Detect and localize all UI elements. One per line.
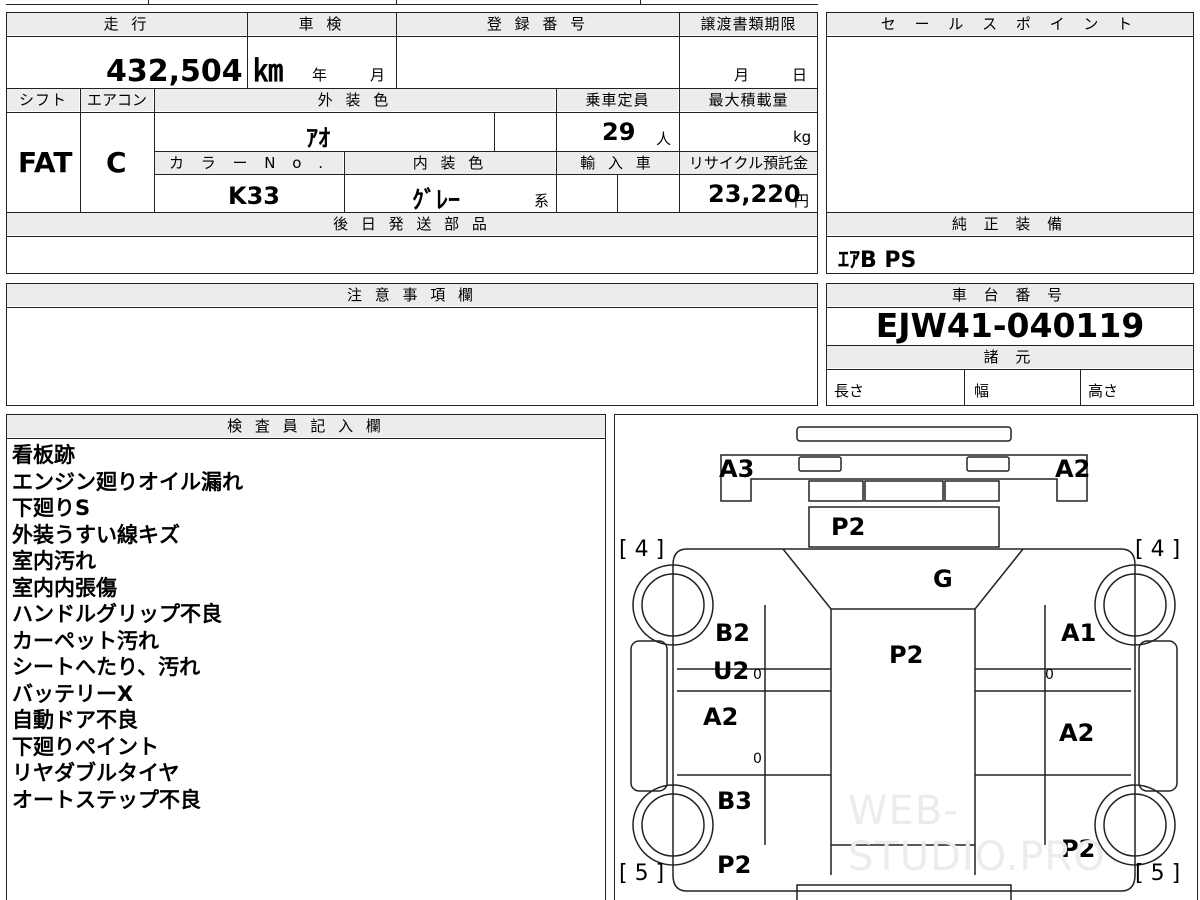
note-item: 下廻りペイント [12, 734, 159, 759]
genuine-equipment-label: 純 正 装 備 [827, 213, 1193, 235]
interior-color-label: 内 装 色 [345, 152, 555, 174]
inspection-month: 月 [370, 66, 386, 84]
capacity-value: 29 [602, 118, 636, 146]
dmg-front-left: A3 [719, 455, 755, 483]
row-line [6, 236, 818, 237]
recycle-value: 23,220 [708, 180, 801, 208]
exterior-color-value: ｱｵ [306, 124, 330, 152]
note-item: オートステップ不良 [12, 787, 201, 812]
dmg-left-bottom: P2 [717, 851, 752, 879]
dmg-windshield: G [933, 565, 953, 593]
note-item: 下廻りS [12, 496, 91, 520]
exterior-color-label: 外 装 色 [155, 89, 555, 111]
capacity-label: 乗車定員 [557, 89, 678, 111]
top-strip-divider [148, 0, 149, 4]
col-line [344, 151, 345, 213]
top-strip-divider [396, 0, 397, 4]
note-item: シートへたり、汚れ [12, 655, 201, 679]
row-line [826, 236, 1194, 237]
tire-front-left: [ 4 ] [619, 537, 665, 562]
caution-label: 注 意 事 項 欄 [7, 284, 817, 306]
note-item: 自動ドア不良 [12, 708, 138, 732]
note-item: 看板跡 [12, 443, 75, 467]
chassis-number: EJW41-040119 [875, 306, 1145, 345]
row-line [6, 112, 818, 113]
row-line [6, 438, 606, 439]
top-strip-divider [640, 0, 641, 4]
zero-mark: 0 [753, 751, 762, 767]
col-line [1080, 369, 1081, 406]
note-item: カーペット汚れ [12, 628, 159, 653]
genuine-equipment-value: ｴｱB PS [838, 248, 917, 273]
note-item: 室内汚れ [12, 549, 96, 573]
dmg-right-mid: A2 [1059, 719, 1095, 747]
specs-label: 諸 元 [827, 346, 1193, 368]
dmg-left-rear: B3 [717, 787, 752, 815]
import-label: 輸 入 車 [557, 152, 678, 174]
col-line [964, 369, 965, 406]
dmg-left-mid: A2 [703, 703, 739, 731]
mileage-value: 432,504 ㎞ [106, 54, 284, 89]
dmg-left-front: B2 [715, 619, 750, 647]
spec-length-label: 長さ [834, 382, 865, 400]
row-line [6, 36, 818, 37]
transfer-deadline-label: 譲渡書類期限 [680, 13, 817, 35]
dmg-front-panel: P2 [831, 513, 866, 541]
recycle-label: リサイクル預託金 [680, 152, 817, 174]
dmg-roof: P2 [889, 641, 924, 669]
note-item: 室内内張傷 [12, 575, 117, 600]
capacity-unit: 人 [656, 130, 672, 148]
registration-label: 登 録 番 号 [397, 13, 679, 35]
later-parts-label: 後 日 発 送 部 品 [7, 213, 817, 235]
transfer-month: 月 [734, 66, 750, 84]
inspection-year: 年 [312, 66, 328, 84]
inspector-notes-label: 検 査 員 記 入 欄 [7, 415, 605, 437]
spec-width-label: 幅 [974, 382, 990, 400]
recycle-unit: 円 [794, 192, 810, 210]
col-line [617, 174, 618, 213]
tire-front-right: [ 4 ] [1135, 537, 1181, 562]
max-load-unit: kg [793, 128, 812, 146]
color-no-value: K33 [228, 182, 280, 210]
zero-mark: 0 [1045, 667, 1054, 683]
note-item: ハンドルグリップ不良 [12, 602, 222, 626]
shift-label: シフト [7, 89, 79, 111]
col-line [80, 88, 81, 213]
transfer-day: 日 [792, 66, 808, 84]
top-strip-line [6, 4, 818, 5]
sales-point-label: セ ー ル ス ポ イ ン ト [827, 13, 1193, 35]
dmg-left-u: U2 [713, 657, 750, 685]
dmg-front-right: A2 [1055, 455, 1091, 483]
note-item: 外装うすい線キズ [12, 522, 180, 547]
note-item: バッテリーX [12, 681, 134, 706]
row-line [154, 174, 818, 175]
row-line [6, 307, 818, 308]
max-load-label: 最大積載量 [680, 89, 817, 111]
col-line [396, 12, 397, 88]
spec-height-label: 高さ [1088, 382, 1119, 400]
inspector-notes-list: 看板跡 エンジン廻りオイル漏れ 下廻りS 外装うすい線キズ 室内汚れ 室内内張傷… [12, 442, 243, 813]
row-line [826, 36, 1194, 37]
interior-color-value: ｸﾞﾚｰ [412, 186, 460, 214]
note-item: エンジン廻りオイル漏れ [12, 469, 243, 494]
ac-value: C [106, 146, 127, 179]
inspection-label: 車 検 [248, 13, 396, 35]
interior-color-suffix: 系 [534, 192, 550, 210]
shift-value: FAT [18, 146, 73, 179]
tire-rear-left: [ 5 ] [619, 861, 665, 886]
ac-label: エアコン [81, 89, 153, 111]
chassis-label: 車 台 番 号 [827, 284, 1193, 306]
sales-point-box [826, 12, 1194, 213]
zero-mark: 0 [753, 667, 762, 683]
note-item: リヤダブルタイヤ [12, 761, 180, 785]
color-no-label: カ ラ ー N o . [155, 152, 343, 174]
mileage-label: 走 行 [7, 13, 247, 35]
watermark: WEB-STUDIO.PRO [848, 788, 1106, 880]
row-line [826, 369, 1194, 370]
col-line [494, 112, 495, 152]
dmg-right-front: A1 [1061, 619, 1097, 647]
